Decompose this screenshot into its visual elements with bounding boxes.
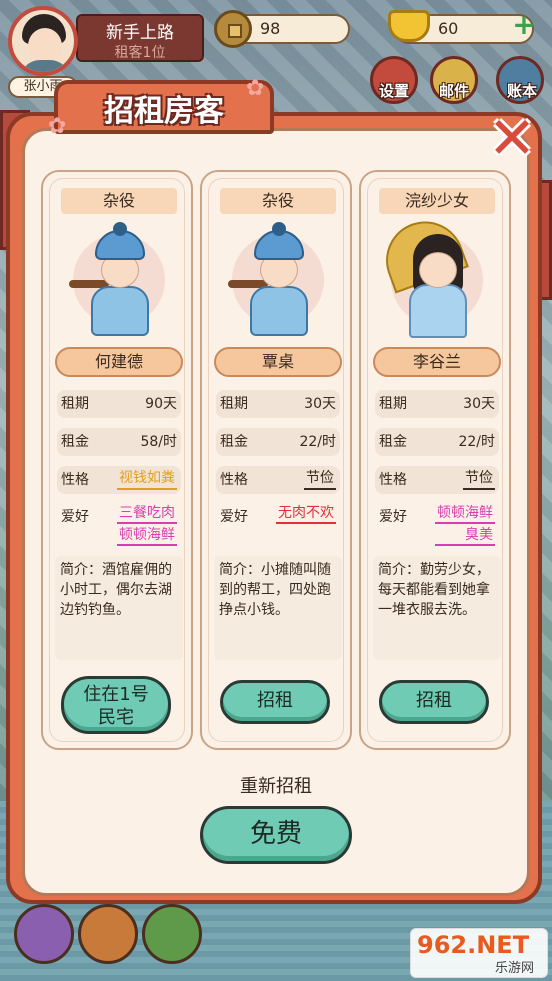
personality-value: 视钱如粪 bbox=[117, 468, 177, 490]
tenant-card: 杂役 覃桌 租期 30天 租金 22/时 性格 节俭 爱好 无肉不欢 简介：小摊… bbox=[200, 170, 352, 750]
mail-label: 邮件 bbox=[438, 82, 469, 100]
tenant-name: 覃桌 bbox=[214, 347, 342, 377]
period-row: 租期 90天 bbox=[57, 390, 181, 418]
hobby-tag: 无肉不欢 bbox=[276, 504, 336, 524]
hobby-row: 爱好 顿顿海鲜 臭美 bbox=[375, 504, 499, 548]
tenant-portrait bbox=[375, 210, 491, 340]
personality-value: 节俭 bbox=[304, 468, 336, 490]
personality-label: 性格 bbox=[61, 472, 89, 488]
personality-label: 性格 bbox=[379, 472, 407, 488]
tenant-portrait bbox=[224, 222, 332, 340]
coin-icon bbox=[214, 10, 252, 48]
rent-button[interactable]: 招租 bbox=[220, 680, 330, 724]
personality-value: 节俭 bbox=[463, 468, 495, 490]
personality-label: 性格 bbox=[220, 472, 248, 488]
rent-value: 58/时 bbox=[140, 434, 177, 450]
reroll-label: 重新招租 bbox=[240, 776, 312, 797]
level-panel: 新手上路 租客1位 bbox=[76, 14, 204, 62]
personality-row: 性格 视钱如粪 bbox=[57, 466, 181, 494]
free-reroll-button[interactable]: 免费 bbox=[200, 806, 352, 864]
period-value: 30天 bbox=[463, 396, 495, 412]
hobby-tag: 顿顿海鲜 bbox=[435, 504, 495, 524]
personality-row: 性格 节俭 bbox=[216, 466, 340, 494]
hobby-row: 爱好 三餐吃肉 顿顿海鲜 bbox=[57, 504, 181, 548]
tenant-role: 杂役 bbox=[220, 188, 336, 214]
rent-value: 22/时 bbox=[299, 434, 336, 450]
tenant-portrait bbox=[65, 222, 173, 340]
tenant-intro: 简介：勤劳少女，每天都能看到她拿一堆衣服去洗。 bbox=[373, 556, 501, 660]
rent-label: 租金 bbox=[220, 434, 248, 450]
hobby-label: 爱好 bbox=[379, 509, 407, 525]
tenant-card: 浣纱少女 李谷兰 租期 30天 租金 22/时 性格 节俭 爱好 顿顿海鲜 臭美… bbox=[359, 170, 511, 750]
rent-row: 租金 58/时 bbox=[57, 428, 181, 456]
ingot-value: 60 bbox=[438, 19, 459, 38]
coin-counter: 98 bbox=[214, 10, 350, 48]
period-value: 30天 bbox=[304, 396, 336, 412]
tenant-intro: 简介：酒馆雇佣的小时工，偶尔去湖边钓钓鱼。 bbox=[55, 556, 183, 660]
rent-label: 租金 bbox=[61, 434, 89, 450]
level-title: 新手上路 bbox=[106, 23, 174, 43]
tenant-role: 杂役 bbox=[61, 188, 177, 214]
rent-button[interactable]: 招租 bbox=[379, 680, 489, 724]
tenant-intro: 简介：小摊随叫随到的帮工，四处跑挣点小钱。 bbox=[214, 556, 342, 660]
hobby-tag: 臭美 bbox=[435, 526, 495, 546]
hobby-label: 爱好 bbox=[61, 509, 89, 525]
rent-label: 租金 bbox=[379, 434, 407, 450]
close-button[interactable]: ✕ bbox=[480, 109, 544, 167]
settings-label: 设置 bbox=[378, 82, 409, 100]
tenant-name: 何建德 bbox=[55, 347, 183, 377]
watermark-sub: 乐游网 bbox=[495, 961, 535, 976]
period-row: 租期 30天 bbox=[216, 390, 340, 418]
rent-row: 租金 22/时 bbox=[375, 428, 499, 456]
hobby-label: 爱好 bbox=[220, 509, 248, 525]
rent-value: 22/时 bbox=[458, 434, 495, 450]
dialog-title: 招租房客 bbox=[104, 94, 224, 129]
tenant-role: 浣纱少女 bbox=[379, 188, 495, 214]
flower-ornament-icon: ✿ bbox=[48, 114, 67, 139]
add-currency-button[interactable]: + bbox=[510, 11, 538, 40]
tenant-assigned-button[interactable]: 住在1号民宅 bbox=[61, 676, 171, 734]
map-location-icon[interactable] bbox=[14, 904, 74, 964]
ingot-counter: 60 + bbox=[388, 10, 536, 44]
watermark-brand: 962.NET bbox=[417, 931, 530, 959]
period-label: 租期 bbox=[61, 396, 89, 412]
period-row: 租期 30天 bbox=[375, 390, 499, 418]
coin-value: 98 bbox=[260, 19, 281, 38]
tenant-name: 李谷兰 bbox=[373, 347, 501, 377]
period-label: 租期 bbox=[220, 396, 248, 412]
hobby-row: 爱好 无肉不欢 bbox=[216, 504, 340, 548]
hobby-tag: 顿顿海鲜 bbox=[117, 526, 177, 546]
hobby-tag: 三餐吃肉 bbox=[117, 504, 177, 524]
pet-icon[interactable] bbox=[78, 904, 138, 964]
flower-ornament-icon: ✿ bbox=[246, 76, 265, 101]
rent-row: 租金 22/时 bbox=[216, 428, 340, 456]
ledger-label: 账本 bbox=[506, 82, 537, 100]
personality-row: 性格 节俭 bbox=[375, 466, 499, 494]
period-label: 租期 bbox=[379, 396, 407, 412]
tenant-status: 租客1位 bbox=[114, 45, 166, 61]
watermark-logo: 962.NET 乐游网 bbox=[410, 928, 548, 978]
gold-ingot-icon bbox=[388, 10, 430, 42]
period-value: 90天 bbox=[145, 396, 177, 412]
tenant-card: 杂役 何建德 租期 90天 租金 58/时 性格 视钱如粪 爱好 三餐吃肉 顿顿… bbox=[41, 170, 193, 750]
plant-icon[interactable] bbox=[142, 904, 202, 964]
player-avatar[interactable] bbox=[8, 6, 78, 76]
